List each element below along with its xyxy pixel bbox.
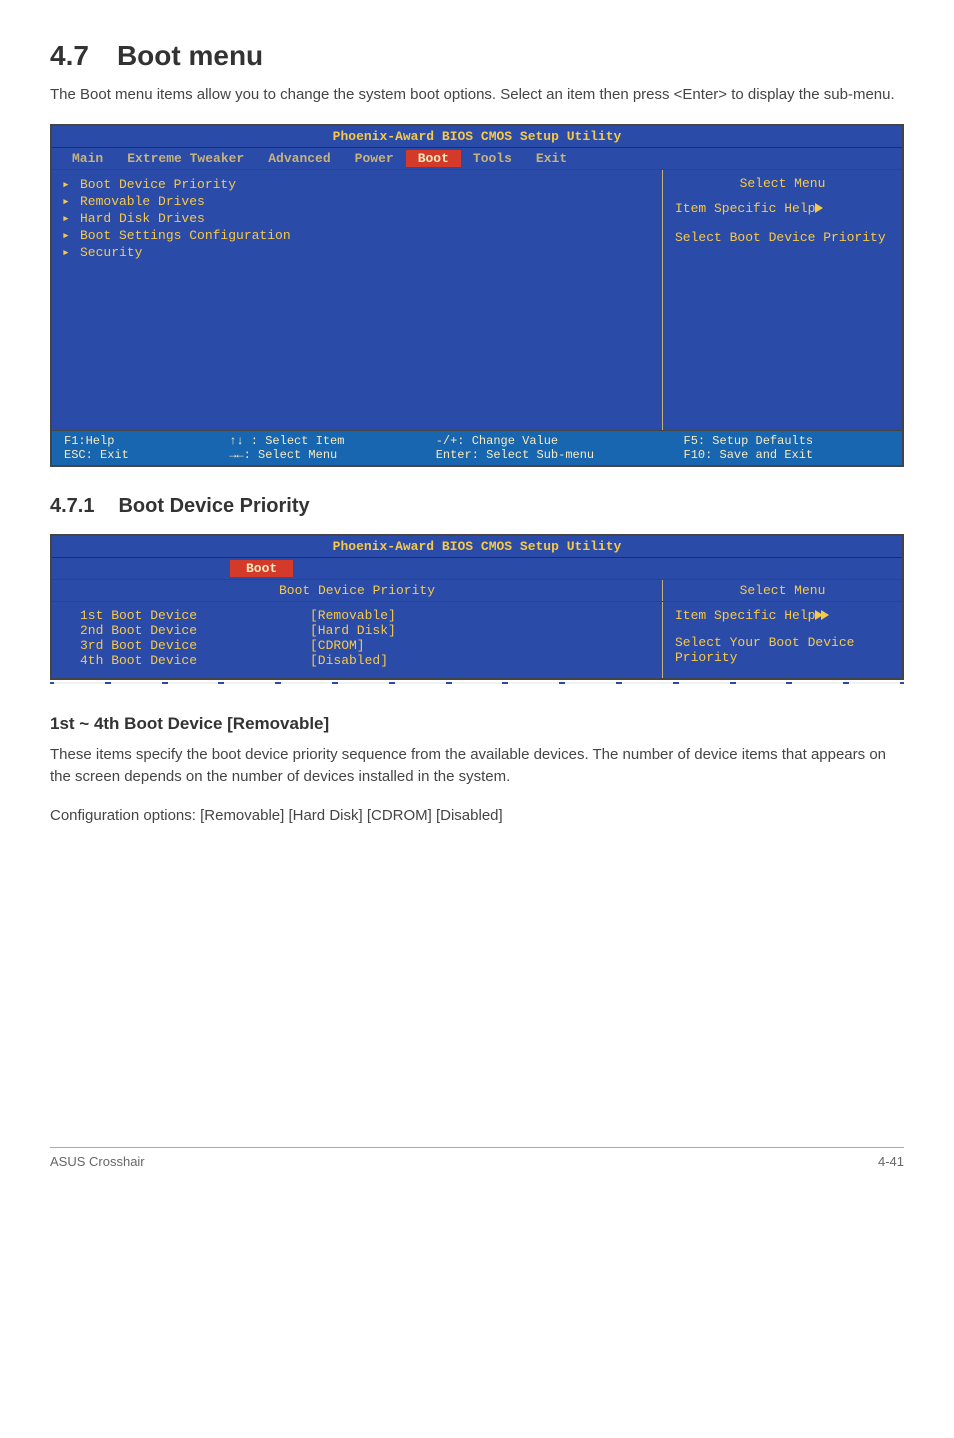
bios-sub-left: 1st Boot Device [Removable] 2nd Boot Dev… xyxy=(52,602,662,678)
bios-left-panel: ▸ Boot Device Priority ▸ Removable Drive… xyxy=(52,170,662,430)
sub-left-caption: Boot Device Priority xyxy=(52,580,662,601)
help-title: Select Menu xyxy=(675,176,890,191)
legend-f1: F1:Help xyxy=(64,434,229,448)
bios-title: Phoenix-Award BIOS CMOS Setup Utility xyxy=(52,126,902,148)
subsection-title-text: Boot Device Priority xyxy=(118,495,309,517)
bios-help-panel: Select Menu Item Specific Help Select Bo… xyxy=(662,170,902,430)
boot-device-row-2[interactable]: 2nd Boot Device [Hard Disk] xyxy=(80,623,648,638)
bios-sub-screenshot: Phoenix-Award BIOS CMOS Setup Utility Bo… xyxy=(50,534,904,680)
bios-sub-tabs: Boot xyxy=(52,558,902,579)
legend-select-item: ↑↓ : Select Item xyxy=(229,434,436,448)
help-line1: Item Specific Help xyxy=(675,201,890,216)
bios-item-boot-device-priority[interactable]: ▸ Boot Device Priority xyxy=(62,176,652,193)
section-number: 4.7 xyxy=(50,40,89,71)
tab-main[interactable]: Main xyxy=(60,150,115,167)
option-heading: 1st ~ 4th Boot Device [Removable] xyxy=(50,714,904,734)
legend-esc: ESC: Exit xyxy=(64,448,229,462)
sub-help-line1: Item Specific Help xyxy=(675,608,890,623)
subsection-number: 4.7.1 xyxy=(50,495,94,517)
submenu-arrow-icon: ▸ xyxy=(62,228,80,243)
boot-device-row-1[interactable]: 1st Boot Device [Removable] xyxy=(80,608,648,623)
bios-item-security[interactable]: ▸ Security xyxy=(62,244,652,261)
bios-main-panel: ▸ Boot Device Priority ▸ Removable Drive… xyxy=(52,169,902,430)
bios-sub-help: Item Specific Help Select Your Boot Devi… xyxy=(662,602,902,678)
tab-extreme-tweaker[interactable]: Extreme Tweaker xyxy=(115,150,256,167)
truncated-bottom-indicator xyxy=(50,682,904,684)
legend-select-submenu: Enter: Select Sub-menu xyxy=(436,448,684,462)
tab-advanced[interactable]: Advanced xyxy=(256,150,342,167)
tab-power[interactable]: Power xyxy=(343,150,406,167)
bios-sub-title: Phoenix-Award BIOS CMOS Setup Utility xyxy=(52,536,902,558)
bios-item-removable-drives[interactable]: ▸ Removable Drives xyxy=(62,193,652,210)
boot-device-row-3[interactable]: 3rd Boot Device [CDROM] xyxy=(80,638,648,653)
help-body: Select Boot Device Priority xyxy=(675,230,890,245)
help-pointer-icon xyxy=(821,610,829,620)
tab-tools[interactable]: Tools xyxy=(461,150,524,167)
bios-item-hard-disk-drives[interactable]: ▸ Hard Disk Drives xyxy=(62,210,652,227)
bios-item-boot-settings-configuration[interactable]: ▸ Boot Settings Configuration xyxy=(62,227,652,244)
option-config: Configuration options: [Removable] [Hard… xyxy=(50,805,904,827)
subsection-heading: 4.7.1 Boot Device Priority xyxy=(50,495,904,518)
legend-select-menu: →←: Select Menu xyxy=(229,448,436,462)
section-intro: The Boot menu items allow you to change … xyxy=(50,84,904,106)
section-heading: 4.7 Boot menu xyxy=(50,40,904,72)
sub-help-body: Select Your Boot Device Priority xyxy=(675,635,890,665)
sub-right-caption: Select Menu xyxy=(662,580,902,601)
legend-change-value: -/+: Change Value xyxy=(436,434,684,448)
tab-exit[interactable]: Exit xyxy=(524,150,579,167)
submenu-arrow-icon: ▸ xyxy=(62,177,80,192)
bios-sub-body: 1st Boot Device [Removable] 2nd Boot Dev… xyxy=(52,601,902,678)
bios-sub-caption-row: Boot Device Priority Select Menu xyxy=(52,579,902,601)
submenu-arrow-icon: ▸ xyxy=(62,211,80,226)
page-footer: ASUS Crosshair 4-41 xyxy=(50,1147,904,1169)
tab-boot[interactable]: Boot xyxy=(406,150,461,167)
legend-setup-defaults: F5: Setup Defaults xyxy=(684,434,891,448)
boot-device-row-4[interactable]: 4th Boot Device [Disabled] xyxy=(80,653,648,668)
submenu-arrow-icon: ▸ xyxy=(62,194,80,209)
submenu-arrow-icon: ▸ xyxy=(62,245,80,260)
footer-right: 4-41 xyxy=(878,1154,904,1169)
bios-legend: F1:Help ESC: Exit ↑↓ : Select Item →←: S… xyxy=(52,430,902,465)
bios-menu-tabs: Main Extreme Tweaker Advanced Power Boot… xyxy=(52,148,902,169)
bios-main-screenshot: Phoenix-Award BIOS CMOS Setup Utility Ma… xyxy=(50,124,904,467)
legend-save-exit: F10: Save and Exit xyxy=(684,448,891,462)
footer-left: ASUS Crosshair xyxy=(50,1154,145,1169)
section-title-text: Boot menu xyxy=(117,40,263,71)
help-pointer-icon xyxy=(815,203,823,213)
option-description: These items specify the boot device prio… xyxy=(50,744,904,788)
sub-tab-boot[interactable]: Boot xyxy=(230,560,293,577)
